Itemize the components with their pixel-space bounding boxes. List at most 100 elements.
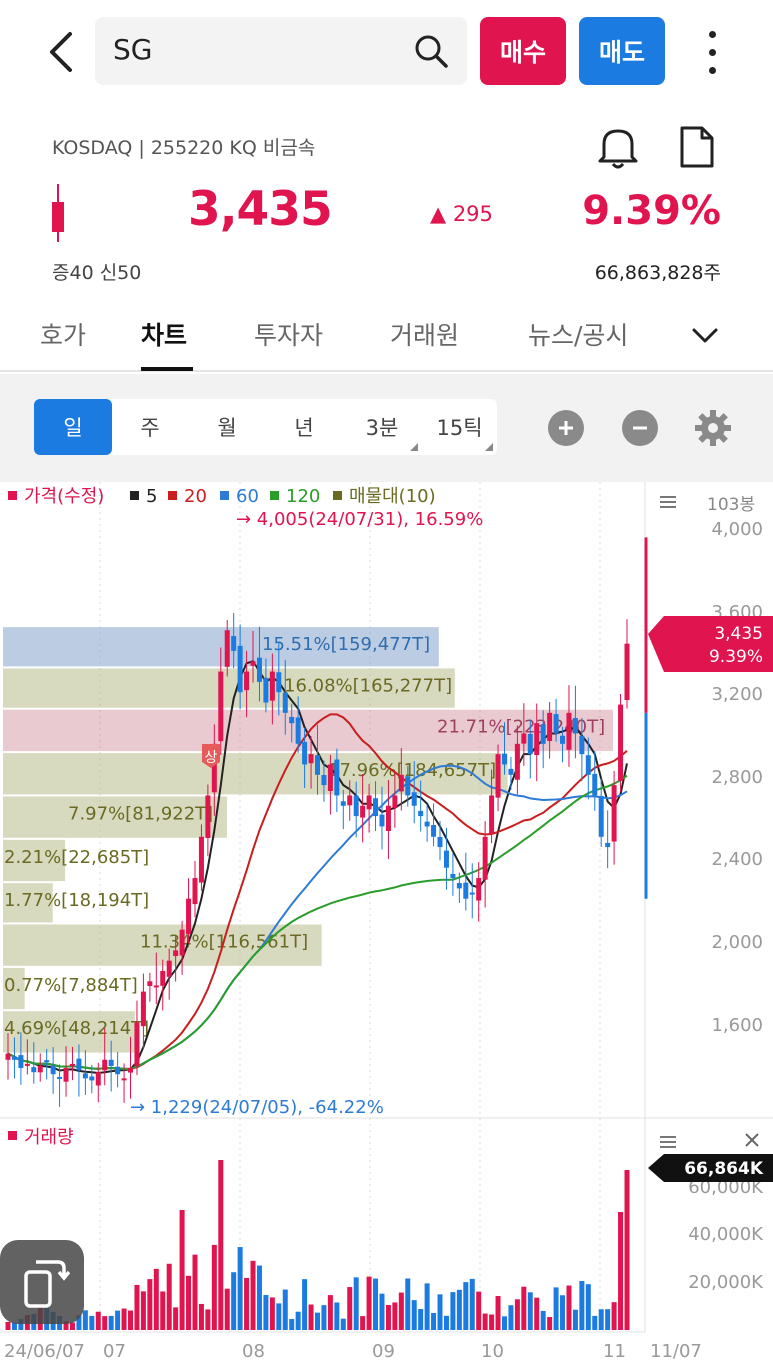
candle [24, 1063, 30, 1066]
volume-profile-label: 7.97%[81,922T] [68, 803, 213, 824]
tab-news[interactable]: 뉴스/공시 [528, 316, 628, 352]
volume-bar [450, 1292, 456, 1330]
candle [592, 773, 598, 796]
volume-profile-label: 0.77%[7,884T] [4, 975, 138, 996]
volume-bar [553, 1287, 559, 1330]
candle [385, 805, 391, 831]
candle [534, 723, 540, 755]
volume-bar [379, 1293, 385, 1330]
tab-orderbook[interactable]: 호가 [40, 316, 86, 352]
volume-bar [495, 1296, 501, 1330]
volume-bar [289, 1319, 295, 1330]
candle [50, 1065, 56, 1075]
x-tick: 10 [481, 1341, 504, 1362]
volume-bar [469, 1278, 475, 1330]
volume-title: 거래량 [24, 1127, 74, 1148]
bell-icon[interactable] [596, 124, 640, 170]
x-tick: 07 [103, 1341, 126, 1362]
current-volume-badge: 66,864K [648, 1154, 773, 1182]
plus-icon [559, 421, 573, 435]
close-icon[interactable] [745, 1133, 759, 1147]
y-tick: 2,000 [711, 932, 763, 953]
top-bar: SG 매수 매도 [0, 0, 773, 110]
volume-bar [611, 1302, 617, 1330]
volume-bar [443, 1315, 449, 1330]
buy-button[interactable]: 매수 [480, 17, 566, 85]
volume-bar [250, 1260, 256, 1330]
volume-bar [592, 1315, 598, 1330]
search-query: SG [113, 33, 153, 66]
volume-bar [347, 1287, 353, 1330]
volume-profile-label: 4.69%[48,214T] [4, 1018, 149, 1039]
candle [5, 1053, 11, 1060]
candle [63, 1068, 69, 1082]
tab-investor[interactable]: 투자자 [254, 316, 323, 352]
volume-bar [282, 1289, 288, 1330]
candle [418, 810, 424, 817]
gear-icon[interactable] [694, 409, 732, 447]
sell-button[interactable]: 매도 [579, 17, 665, 85]
volume-bar [211, 1244, 217, 1330]
candle [508, 768, 514, 775]
volume-bar [186, 1275, 192, 1330]
back-button[interactable] [34, 22, 88, 82]
volume-bar [514, 1299, 520, 1330]
volume-bar [579, 1280, 585, 1330]
price-chart[interactable]: 15.51%[159,477T]16.08%[165,277T]21.71%[2… [0, 482, 773, 1366]
volume-bar [598, 1309, 604, 1330]
candle [392, 795, 398, 808]
volume-profile-label: 17.96%[184,657T] [328, 760, 496, 781]
candle [553, 714, 559, 734]
volume-bar [605, 1309, 611, 1330]
volume-bar [508, 1305, 514, 1330]
menu-icon[interactable] [660, 496, 676, 498]
search-input[interactable]: SG [95, 17, 467, 85]
period-month[interactable]: 월 [188, 399, 266, 455]
candle [76, 1058, 82, 1071]
volume-bar [263, 1295, 269, 1330]
volume-bar [166, 1263, 172, 1330]
candle [102, 1059, 108, 1071]
y-tick: 4,000 [711, 519, 763, 540]
volume-bar [398, 1292, 404, 1330]
volume-bar [373, 1278, 379, 1330]
candle [411, 792, 417, 806]
volume-bar [95, 1311, 101, 1330]
chart-area[interactable]: 15.51%[159,477T] 16.08%[165,277T] 21.71%[2… [0, 482, 773, 1366]
period-3min[interactable]: 3분 [342, 399, 422, 455]
chevron-down-icon[interactable] [690, 320, 720, 350]
bar-count: 103봉 [707, 495, 755, 515]
rotate-screen-button[interactable] [0, 1240, 84, 1324]
vol-tick: 20,000K [688, 1272, 764, 1293]
period-week[interactable]: 주 [112, 399, 188, 455]
min-annotation: → 1,229(24/07/05), -64.22% [130, 1097, 384, 1118]
period-15tick[interactable]: 15틱 [422, 399, 497, 455]
candle [469, 892, 475, 895]
candle [514, 743, 520, 780]
document-icon[interactable] [676, 124, 716, 170]
volume-bar [366, 1276, 372, 1330]
volume-bar [527, 1292, 533, 1330]
volume-bar [256, 1265, 262, 1330]
period-year[interactable]: 년 [266, 399, 342, 455]
volume-bar [134, 1284, 140, 1330]
volume-profile-label: 15.51%[159,477T] [262, 634, 430, 655]
candle [327, 764, 333, 791]
candle [315, 755, 320, 775]
legend-price: 가격(수정) [24, 486, 104, 507]
tab-broker[interactable]: 거래원 [390, 316, 459, 352]
more-menu-icon[interactable] [695, 25, 729, 79]
volume-bar [5, 1321, 11, 1330]
zoom-out-button[interactable] [622, 410, 658, 446]
candle [95, 1072, 101, 1086]
candle [147, 981, 153, 986]
period-day[interactable]: 일 [34, 399, 112, 455]
candle [347, 795, 353, 806]
search-icon[interactable] [413, 33, 449, 69]
candle [585, 755, 591, 775]
candle [250, 661, 256, 666]
volume-bar [353, 1277, 359, 1330]
candle [140, 991, 146, 1027]
tab-chart[interactable]: 차트 [141, 316, 187, 352]
zoom-in-button[interactable] [548, 410, 584, 446]
